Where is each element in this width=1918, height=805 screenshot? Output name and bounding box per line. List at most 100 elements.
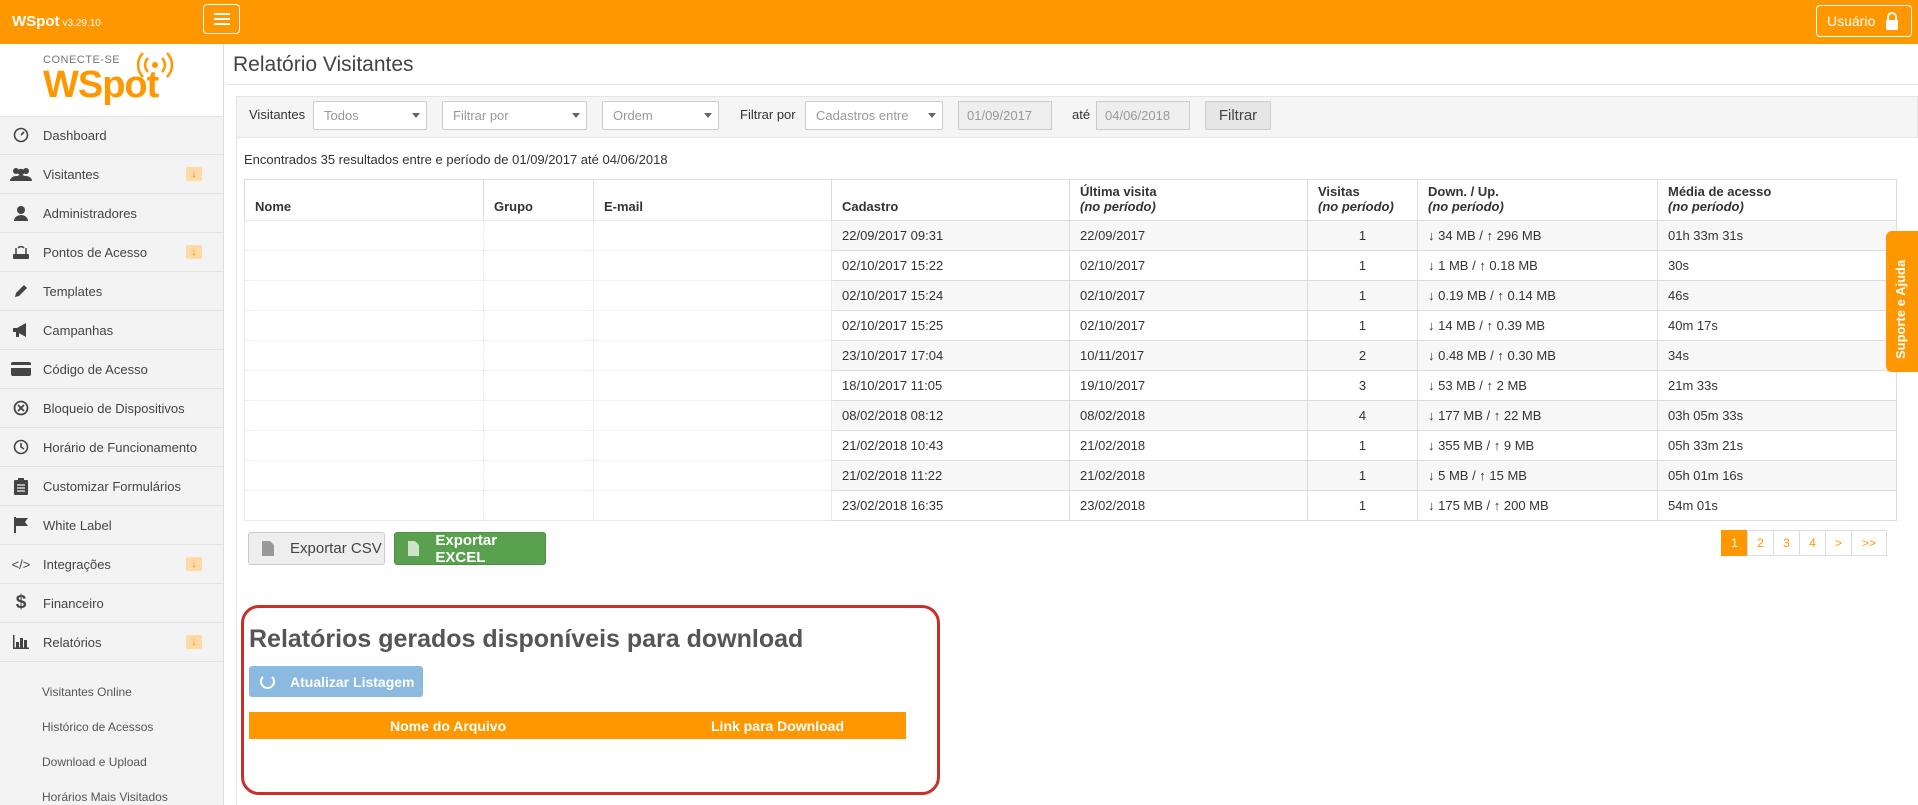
sidebar-item-bloqueio[interactable]: Bloqueio de Dispositivos: [0, 389, 223, 428]
button-label: Exportar EXCEL: [435, 531, 498, 566]
sidebar-item-dashboard[interactable]: Dashboard: [0, 116, 223, 155]
table-row[interactable]: 02/10/2017 15:25 02/10/2017 1 ↓ 14 MB / ↑ 0…: [244, 310, 1897, 341]
table-row[interactable]: 23/10/2017 17:04 10/11/2017 2 ↓ 0.48 MB / ↑…: [244, 340, 1897, 371]
button-label: Exportar CSV: [290, 540, 382, 557]
sidebar-item-administradores[interactable]: Administradores: [0, 194, 223, 233]
table-header-row: Nome Grupo E-mail Cadastro Última visita…: [244, 179, 1897, 221]
table-row[interactable]: 22/09/2017 09:31 22/09/2017 1 ↓ 34 MB / ↑ 2…: [244, 220, 1897, 251]
table-row[interactable]: 18/10/2017 11:05 19/10/2017 3 ↓ 53 MB / ↑ 2…: [244, 370, 1897, 401]
table-row[interactable]: 21/02/2018 11:22 21/02/2018 1 ↓ 5 MB / ↑ 15…: [244, 460, 1897, 491]
expand-arrow-icon[interactable]: ↓: [186, 635, 202, 649]
cell-media: 05h 01m 16s: [1657, 460, 1897, 491]
hamburger-line: [213, 23, 230, 25]
sidebar-item-formularios[interactable]: Customizar Formulários: [0, 467, 223, 506]
sidebar-item-horario[interactable]: Horário de Funcionamento: [0, 428, 223, 467]
cell-visitas: 1: [1307, 310, 1418, 341]
sidebar-item-campanhas[interactable]: Campanhas: [0, 311, 223, 350]
date-to-input[interactable]: 04/06/2018: [1096, 101, 1190, 130]
table-row[interactable]: 02/10/2017 15:22 02/10/2017 1 ↓ 1 MB / ↑ 0.…: [244, 250, 1897, 281]
cell-down: ↓ 5 MB / ↑ 15 MB: [1417, 460, 1658, 491]
export-excel-button[interactable]: Exportar EXCEL: [394, 531, 546, 566]
sidebar-subitem-historico[interactable]: Histórico de Acessos: [42, 720, 153, 734]
cell-cadastro: 23/10/2017 17:04: [831, 340, 1070, 371]
select-placeholder: Ordem: [613, 108, 653, 123]
col-down-up[interactable]: Down. / Up. (no período): [1417, 179, 1658, 221]
header-label: Visitas: [1318, 184, 1360, 199]
expand-arrow-icon[interactable]: ↓: [186, 167, 202, 181]
refresh-list-button[interactable]: Atualizar Listagem: [249, 666, 423, 697]
sidebar-item-relatorios[interactable]: Relatórios ↓: [0, 623, 223, 662]
col-email[interactable]: E-mail: [593, 179, 832, 221]
sidebar-item-visitantes[interactable]: Visitantes ↓: [0, 155, 223, 194]
cell-grupo: [483, 460, 594, 491]
page-last[interactable]: >>: [1851, 530, 1887, 556]
cell-ultima: 02/10/2017: [1069, 280, 1308, 311]
cell-nome: [244, 280, 484, 311]
file-icon: [408, 541, 420, 556]
sidebar-item-white-label[interactable]: White Label: [0, 506, 223, 545]
block-icon: [10, 400, 32, 416]
cell-cadastro: 02/10/2017 15:24: [831, 280, 1070, 311]
expand-arrow-icon[interactable]: ↓: [186, 557, 202, 571]
header-sublabel: (no período): [1428, 199, 1504, 214]
cell-media: 46s: [1657, 280, 1897, 311]
sidebar-item-pontos-de-acesso[interactable]: Pontos de Acesso ↓: [0, 233, 223, 272]
page-title: Relatório Visitantes: [233, 53, 414, 76]
sidebar-item-codigo-de-acesso[interactable]: Código de Acesso: [0, 350, 223, 389]
sidebar-item-templates[interactable]: Templates: [0, 272, 223, 311]
cell-nome: [244, 370, 484, 401]
col-visitas[interactable]: Visitas (no período): [1307, 179, 1418, 221]
date-from-input[interactable]: 01/09/2017: [958, 101, 1052, 130]
col-cadastro[interactable]: Cadastro: [831, 179, 1070, 221]
logo[interactable]: CONECTE-SE WSpot: [0, 44, 223, 117]
cell-cadastro: 23/02/2018 16:35: [831, 490, 1070, 521]
cell-down: ↓ 177 MB / ↑ 22 MB: [1417, 400, 1658, 431]
sidebar-item-financeiro[interactable]: $ Financeiro: [0, 584, 223, 623]
cell-visitas: 3: [1307, 370, 1418, 401]
cell-nome: [244, 430, 484, 461]
col-nome[interactable]: Nome: [244, 179, 484, 221]
support-label: Suporte e Ajuda: [1893, 259, 1908, 359]
filtrar-por-select[interactable]: Filtrar por: [442, 101, 587, 130]
periodo-select[interactable]: Cadastros entre: [805, 101, 943, 130]
col-ultima-visita[interactable]: Última visita (no período): [1069, 179, 1308, 221]
expand-arrow-icon[interactable]: ↓: [186, 245, 202, 259]
page-next[interactable]: >: [1825, 530, 1852, 556]
col-nome-arquivo: Nome do Arquivo: [390, 718, 507, 734]
support-help-tab[interactable]: Suporte e Ajuda: [1886, 231, 1918, 372]
header-label: Grupo: [494, 199, 533, 214]
user-menu-button[interactable]: Usuário: [1816, 5, 1912, 37]
filter-button[interactable]: Filtrar: [1205, 101, 1271, 130]
input-value: 01/09/2017: [967, 108, 1033, 123]
page-2[interactable]: 2: [1747, 530, 1774, 556]
sidebar-subitem-horarios[interactable]: Horários Mais Visitados: [42, 790, 168, 804]
cell-grupo: [483, 370, 594, 401]
sidebar-subitem-download-upload[interactable]: Download e Upload: [42, 755, 147, 769]
col-grupo[interactable]: Grupo: [483, 179, 594, 221]
table-row[interactable]: 23/02/2018 16:35 23/02/2018 1 ↓ 175 MB / ↑ …: [244, 490, 1897, 521]
cell-cadastro: 18/10/2017 11:05: [831, 370, 1070, 401]
cell-ultima: 02/10/2017: [1069, 250, 1308, 281]
ordem-select[interactable]: Ordem: [602, 101, 719, 130]
table-row[interactable]: 08/02/2018 08:12 08/02/2018 4 ↓ 177 MB / ↑ …: [244, 400, 1897, 431]
cell-grupo: [483, 400, 594, 431]
cell-cadastro: 22/09/2017 09:31: [831, 220, 1070, 251]
visitantes-select[interactable]: Todos: [313, 101, 427, 130]
col-media-acesso[interactable]: Média de acesso (no período): [1657, 179, 1897, 221]
sidebar-item-label: Templates: [43, 283, 103, 299]
sidebar-item-integracoes[interactable]: </> Integrações ↓: [0, 545, 223, 584]
table-row[interactable]: 02/10/2017 15:24 02/10/2017 1 ↓ 0.19 MB / ↑…: [244, 280, 1897, 311]
brand[interactable]: WSpot v3.29.10: [12, 13, 101, 30]
page-4[interactable]: 4: [1799, 530, 1826, 556]
menu-toggle-button[interactable]: [203, 4, 240, 34]
page-3[interactable]: 3: [1773, 530, 1800, 556]
cell-email: [593, 280, 832, 311]
table-row[interactable]: 21/02/2018 10:43 21/02/2018 1 ↓ 355 MB / ↑ …: [244, 430, 1897, 461]
sidebar-subitem-visitantes-online[interactable]: Visitantes Online: [42, 685, 132, 699]
clock-icon: [10, 439, 32, 455]
export-csv-button[interactable]: Exportar CSV: [248, 532, 385, 565]
cell-nome: [244, 490, 484, 521]
cell-visitas: 4: [1307, 400, 1418, 431]
router-icon: [10, 244, 32, 260]
page-1[interactable]: 1: [1721, 530, 1748, 556]
